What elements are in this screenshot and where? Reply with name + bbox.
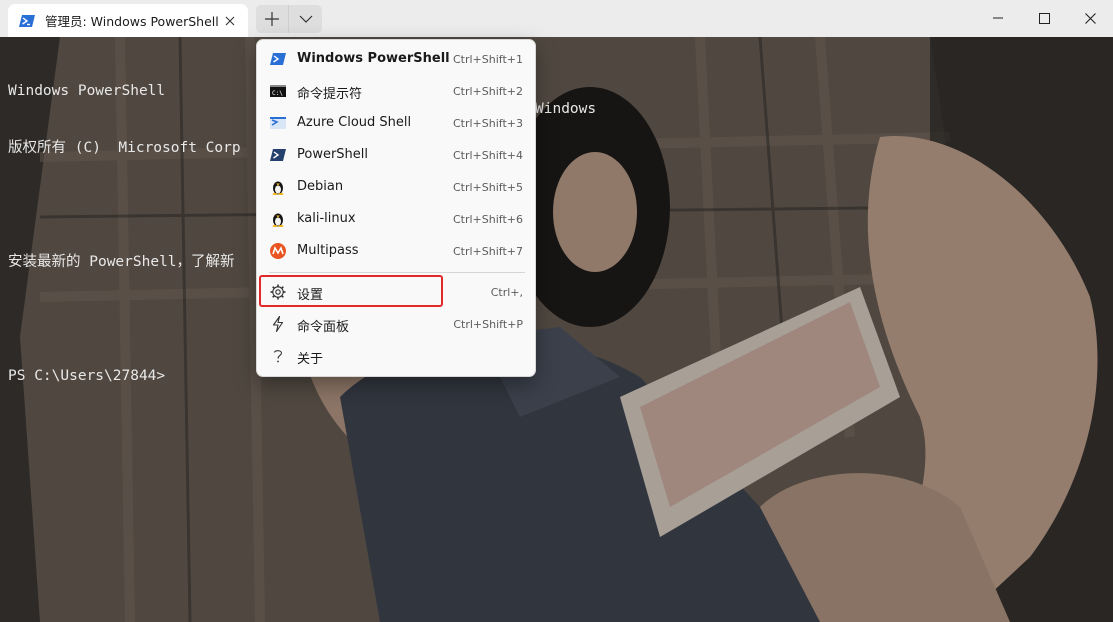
maximize-button[interactable] <box>1021 0 1067 36</box>
menu-item-label: kali-linux <box>297 211 356 226</box>
menu-item-command-palette[interactable]: 命令面板 Ctrl+Shift+P <box>261 309 531 339</box>
close-window-button[interactable] <box>1067 0 1113 36</box>
powershell-icon <box>270 149 286 161</box>
plus-icon <box>265 12 279 26</box>
lightning-icon <box>272 316 284 332</box>
minimize-button[interactable] <box>975 0 1021 36</box>
terminal-line: Windows PowerShell <box>8 83 166 99</box>
menu-item-about[interactable]: 关于 <box>261 341 531 371</box>
terminal-output: Windows PowerShell 版权所有 (C) Microsoft Co… <box>8 44 241 424</box>
menu-item-windows-powershell[interactable]: Windows PowerShell Ctrl+Shift+1 <box>261 44 531 74</box>
tab-close-icon[interactable] <box>220 11 240 31</box>
menu-item-label: 命令面板 <box>297 320 350 335</box>
menu-item-kali-linux[interactable]: kali-linux Ctrl+Shift+6 <box>261 204 531 234</box>
menu-item-shortcut: Ctrl+Shift+4 <box>452 149 523 162</box>
menu-item-shortcut: Ctrl+Shift+7 <box>452 245 523 258</box>
powershell-icon <box>270 53 286 65</box>
title-bar: 管理员: Windows PowerShell <box>0 0 1113 37</box>
menu-item-shortcut: Ctrl+Shift+1 <box>452 53 523 66</box>
minimize-icon <box>993 17 1003 19</box>
menu-item-azure-cloud-shell[interactable]: Azure Cloud Shell Ctrl+Shift+3 <box>261 108 531 138</box>
menu-item-debian[interactable]: Debian Ctrl+Shift+5 <box>261 172 531 202</box>
question-icon <box>273 350 283 363</box>
new-tab-button[interactable] <box>256 5 289 33</box>
tab-title: 管理员: Windows PowerShell <box>45 14 219 29</box>
menu-item-cmd[interactable]: C:\ 命令提示符 Ctrl+Shift+2 <box>261 76 531 106</box>
menu-item-label: PowerShell <box>297 147 369 162</box>
linux-penguin-icon <box>272 213 284 227</box>
menu-item-shortcut: Ctrl+Shift+2 <box>452 85 523 98</box>
new-tab-group <box>256 5 322 33</box>
terminal-trailing-text: Windows <box>535 101 597 117</box>
menu-item-label: Windows PowerShell <box>297 51 450 66</box>
menu-item-shortcut: Ctrl+Shift+P <box>453 318 523 331</box>
azure-icon <box>270 117 286 129</box>
terminal-tab[interactable]: 管理员: Windows PowerShell <box>8 4 248 37</box>
menu-item-label: Azure Cloud Shell <box>297 115 412 130</box>
menu-item-shortcut: Ctrl+Shift+3 <box>452 117 523 130</box>
menu-item-powershell[interactable]: PowerShell Ctrl+Shift+4 <box>261 140 531 170</box>
terminal-line: 版权所有 (C) Microsoft Corp <box>8 140 241 156</box>
menu-divider <box>269 272 525 273</box>
menu-item-shortcut: Ctrl+, <box>490 286 523 299</box>
maximize-icon <box>1038 12 1050 24</box>
menu-item-label: Multipass <box>297 243 359 258</box>
terminal-area[interactable]: Windows PowerShell 版权所有 (C) Microsoft Co… <box>0 37 1113 622</box>
menu-item-shortcut: Ctrl+Shift+6 <box>452 213 523 226</box>
profile-dropdown-menu: Windows PowerShell Ctrl+Shift+1 C:\ 命令提示… <box>256 39 536 377</box>
terminal-line: 安装最新的 PowerShell，了解新 <box>8 254 235 270</box>
profile-dropdown-button[interactable] <box>289 5 322 33</box>
menu-item-multipass[interactable]: Multipass Ctrl+Shift+7 <box>261 236 531 266</box>
powershell-icon <box>19 14 35 27</box>
close-icon <box>1084 12 1096 24</box>
terminal-prompt: PS C:\Users\27844> <box>8 368 166 384</box>
menu-item-label: Debian <box>297 179 344 194</box>
linux-penguin-icon <box>272 181 284 195</box>
menu-item-label: 关于 <box>297 352 324 367</box>
multipass-icon <box>270 243 286 259</box>
settings-highlight-box <box>259 275 443 307</box>
menu-item-shortcut: Ctrl+Shift+5 <box>452 181 523 194</box>
chevron-down-icon <box>299 15 312 23</box>
svg-text:C:\: C:\ <box>272 90 283 97</box>
menu-item-label: 命令提示符 <box>297 87 363 102</box>
cmd-icon: C:\ <box>270 85 286 97</box>
